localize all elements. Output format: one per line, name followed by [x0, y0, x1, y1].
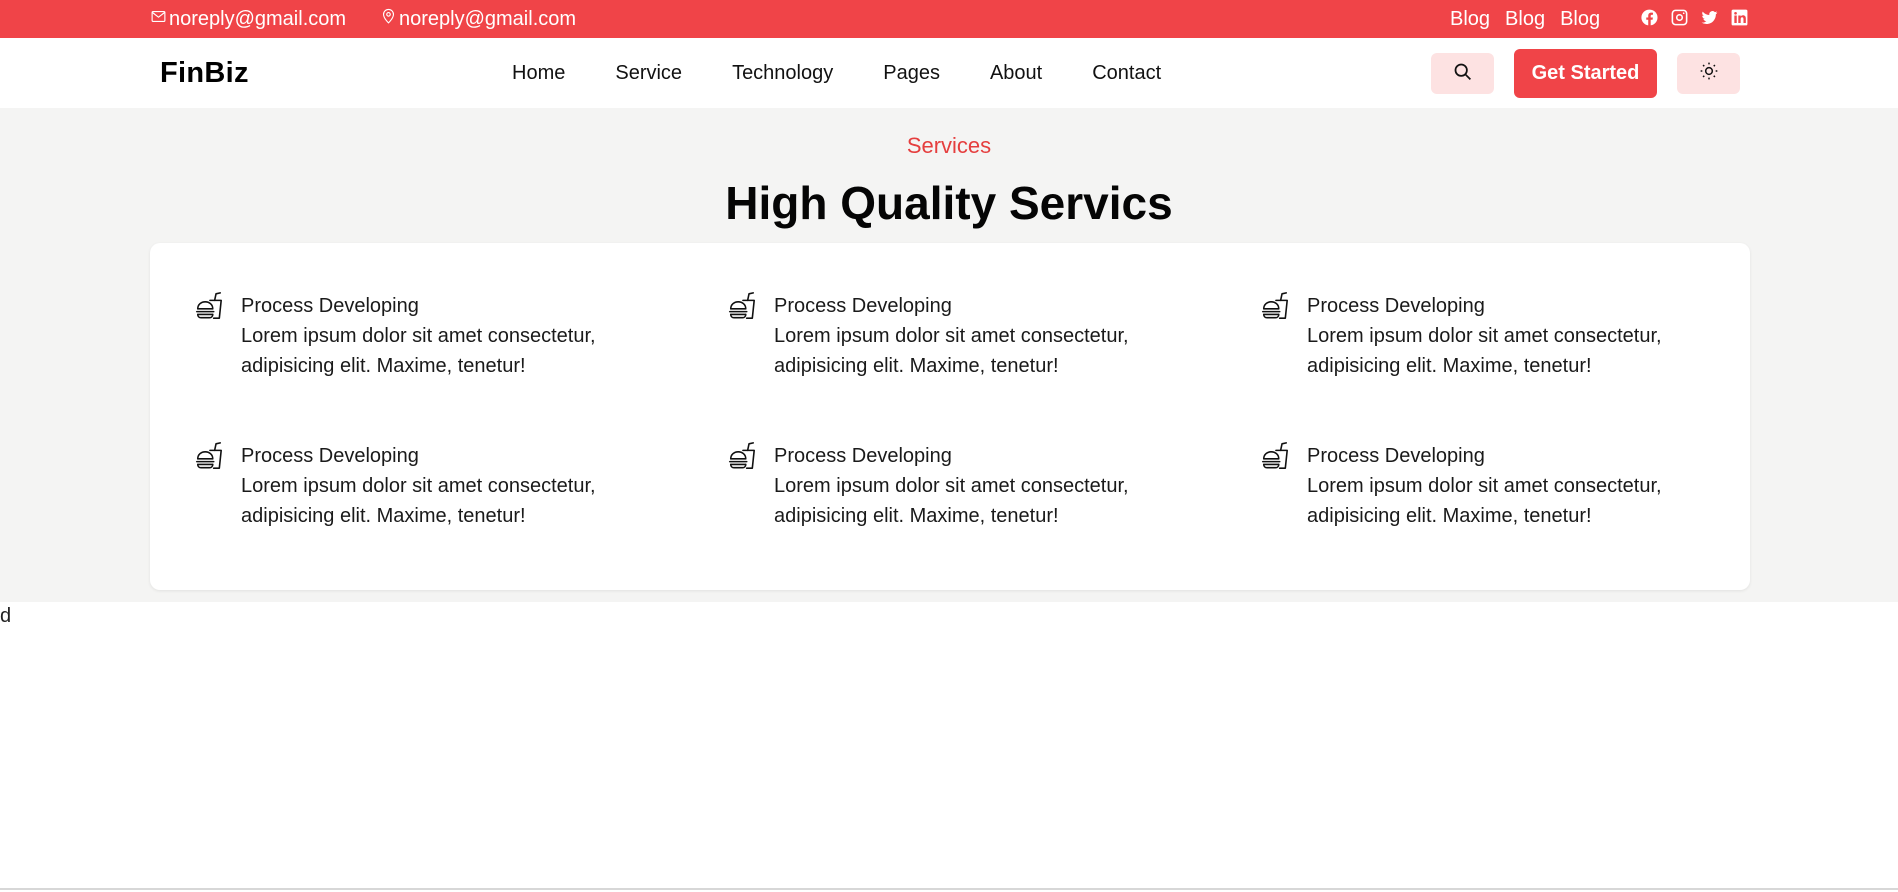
stray-text: d: [0, 605, 12, 627]
location-contact[interactable]: noreply@gmail.com: [380, 0, 576, 38]
services-card: Process Developing Lorem ipsum dolor sit …: [150, 243, 1750, 590]
service-item-desc-line: adipisicing elit. Maxime, tenetur!: [1307, 355, 1592, 377]
services-section: Services High Quality Servics Process De…: [0, 108, 1898, 602]
service-item-desc-line: Lorem ipsum dolor sit amet consectetur,: [241, 475, 596, 497]
service-item-text: Process Developing Lorem ipsum dolor sit …: [1307, 291, 1727, 381]
service-item-desc-line: Lorem ipsum dolor sit amet consectetur,: [1307, 475, 1662, 497]
page-divider: [0, 888, 1898, 890]
service-item-desc-line: Lorem ipsum dolor sit amet consectetur,: [774, 325, 1129, 347]
linkedin-icon[interactable]: [1730, 8, 1749, 27]
email-contact[interactable]: noreply@gmail.com: [150, 0, 346, 38]
service-item-desc-line: adipisicing elit. Maxime, tenetur!: [774, 505, 1059, 527]
fast-food-icon: [1260, 441, 1290, 471]
blog-links: Blog Blog Blog: [1450, 0, 1615, 38]
service-item-title: Process Developing: [241, 445, 419, 467]
service-item-title: Process Developing: [1307, 295, 1485, 317]
map-pin-icon: [380, 8, 399, 31]
instagram-icon[interactable]: [1670, 8, 1689, 27]
facebook-icon[interactable]: [1640, 8, 1659, 27]
fast-food-icon: [194, 291, 224, 321]
mail-icon: [150, 8, 169, 31]
search-button[interactable]: [1431, 53, 1494, 94]
fast-food-icon: [727, 291, 757, 321]
service-item-desc-line: adipisicing elit. Maxime, tenetur!: [774, 355, 1059, 377]
sun-icon: [1699, 61, 1719, 86]
nav-home[interactable]: Home: [512, 62, 565, 85]
fast-food-icon: [727, 441, 757, 471]
nav-pages[interactable]: Pages: [883, 62, 940, 85]
service-item-desc-line: adipisicing elit. Maxime, tenetur!: [1307, 505, 1592, 527]
service-item-title: Process Developing: [774, 295, 952, 317]
service-item-title: Process Developing: [774, 445, 952, 467]
service-item-desc-line: Lorem ipsum dolor sit amet consectetur,: [241, 325, 596, 347]
service-item-text: Process Developing Lorem ipsum dolor sit …: [1307, 441, 1727, 531]
section-title: High Quality Servics: [725, 177, 1173, 229]
section-eyebrow: Services: [906, 133, 992, 158]
primary-nav: Home Service Technology Pages About Cont…: [512, 38, 1211, 108]
service-item-title: Process Developing: [1307, 445, 1485, 467]
brand-logo[interactable]: FinBiz: [160, 38, 249, 108]
get-started-button[interactable]: Get Started: [1514, 49, 1657, 98]
fast-food-icon: [1260, 291, 1290, 321]
social-links: [1640, 0, 1749, 34]
service-item-text: Process Developing Lorem ipsum dolor sit …: [241, 291, 661, 381]
nav-about[interactable]: About: [990, 62, 1042, 85]
email-text: noreply@gmail.com: [169, 7, 347, 30]
service-item-text: Process Developing Lorem ipsum dolor sit …: [774, 291, 1194, 381]
main-navbar: FinBiz Home Service Technology Pages Abo…: [0, 38, 1898, 108]
fast-food-icon: [194, 441, 224, 471]
blog-link[interactable]: Blog: [1560, 8, 1600, 31]
search-icon: [1452, 61, 1473, 87]
blog-link[interactable]: Blog: [1450, 8, 1490, 31]
twitter-icon[interactable]: [1700, 8, 1719, 27]
location-text: noreply@gmail.com: [399, 7, 577, 30]
nav-contact[interactable]: Contact: [1092, 62, 1161, 85]
service-item-text: Process Developing Lorem ipsum dolor sit …: [241, 441, 661, 531]
service-item-desc-line: adipisicing elit. Maxime, tenetur!: [241, 355, 526, 377]
service-item-desc-line: Lorem ipsum dolor sit amet consectetur,: [1307, 325, 1662, 347]
blog-link[interactable]: Blog: [1505, 8, 1545, 31]
service-item-desc-line: adipisicing elit. Maxime, tenetur!: [241, 505, 526, 527]
nav-technology[interactable]: Technology: [732, 62, 833, 85]
top-bar: noreply@gmail.com noreply@gmail.com Blog…: [0, 0, 1898, 38]
service-item-desc-line: Lorem ipsum dolor sit amet consectetur,: [774, 475, 1129, 497]
nav-service[interactable]: Service: [615, 62, 682, 85]
service-item-title: Process Developing: [241, 295, 419, 317]
theme-toggle-button[interactable]: [1677, 53, 1740, 94]
service-item-text: Process Developing Lorem ipsum dolor sit …: [774, 441, 1194, 531]
